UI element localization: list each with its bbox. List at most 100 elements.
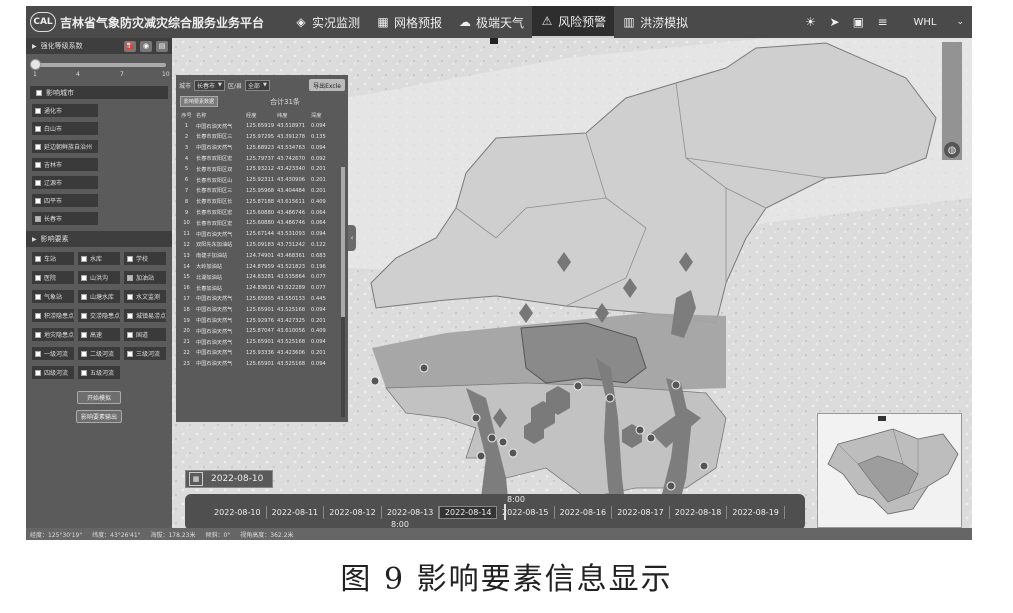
table-row[interactable]: 21 中国石油天然气 125.65901 43.525168 0.094 (178, 337, 338, 348)
column-header[interactable]: 经度 (245, 110, 276, 121)
factor-option[interactable]: 积涝隐患点 (32, 309, 74, 322)
column-header[interactable]: 纬度 (276, 110, 310, 121)
factor-option-selected[interactable]: 加油站 (124, 271, 166, 284)
export-excel-button[interactable]: 导出Excle (309, 79, 345, 91)
gas-station-icon[interactable]: ⛽ (124, 40, 136, 52)
table-scrollbar[interactable] (341, 167, 345, 417)
timeline-date[interactable]: 2022-08-11 (267, 506, 325, 519)
checkbox[interactable] (127, 293, 133, 300)
table-row[interactable]: 2 长春市双阳区三 125.97295 43.391278 0.135 (178, 132, 338, 143)
checkbox[interactable] (35, 255, 41, 262)
checkbox[interactable] (35, 369, 41, 376)
factor-option[interactable]: 水库 (78, 252, 120, 265)
timeline-date[interactable]: 2022-08-12 (324, 506, 382, 519)
table-row[interactable]: 1 中国石油天然气 125.65919 43.518971 0.094 (178, 121, 338, 132)
factor-option[interactable]: 山塘水库 (78, 290, 120, 303)
factor-option[interactable]: 五级河流 (78, 366, 120, 379)
nav-item-grid-forecast[interactable]: ▦ 网格预报 (368, 6, 450, 38)
factor-option[interactable]: 二级河流 (78, 347, 120, 360)
table-row[interactable]: 8 长春市双阳区长 125.87188 43.615611 0.409 (178, 196, 338, 207)
checkbox[interactable] (127, 255, 133, 262)
checkbox[interactable] (35, 350, 41, 357)
nav-item-risk-warning[interactable]: ⚠ 风险预警 (532, 6, 615, 38)
column-header[interactable]: 序号 (178, 110, 195, 121)
timeline-date[interactable]: 2022-08-19 (727, 506, 785, 519)
intensity-slider[interactable]: 1 4 7 10 (26, 54, 172, 82)
date-timeline[interactable]: 8:00 2022-08-10 2022-08-11 2022-08-12 2022-… (185, 494, 805, 530)
table-row[interactable]: 20 中国石油天然气 125.87047 43.610056 0.409 (178, 326, 338, 337)
city-option[interactable]: 通化市 (32, 104, 98, 117)
export-factors-button[interactable]: 影响要素输出 (76, 410, 122, 423)
table-row[interactable]: 3 中国石油天然气 125.68923 43.534763 0.094 (178, 142, 338, 153)
timeline-date-selected[interactable]: 2022-08-14 (439, 506, 497, 519)
checkbox[interactable] (35, 197, 41, 204)
checkbox[interactable] (35, 161, 41, 168)
table-row[interactable]: 5 长春市双阳区双 125.93212 43.423340 0.201 (178, 164, 338, 175)
factor-option[interactable]: 地灾隐患点 (32, 328, 74, 341)
district-select[interactable]: 全部 ▼ (244, 79, 270, 91)
checkbox[interactable] (81, 255, 87, 262)
table-row[interactable]: 12 双阳先东加油站 125.09183 43.731242 0.122 (178, 240, 338, 251)
factor-option[interactable]: 一级河流 (32, 347, 74, 360)
checkbox[interactable] (81, 274, 87, 281)
slider-track[interactable] (34, 63, 166, 67)
checkbox[interactable] (81, 331, 87, 338)
chevron-down-icon[interactable]: ⌄ (956, 17, 964, 27)
factor-data-button[interactable]: 影响要素数据 (180, 96, 219, 107)
timeline-date[interactable]: 2022-08-17 (612, 506, 670, 519)
city-option[interactable]: 延边朝鲜族自治州 (32, 140, 98, 153)
checkbox[interactable] (35, 125, 41, 132)
factor-option[interactable]: 交涝隐患点 (78, 309, 120, 322)
factor-option[interactable]: 四级河流 (32, 366, 74, 379)
timeline-cursor[interactable] (504, 504, 506, 520)
timeline-date[interactable]: 2022-08-13 (382, 506, 440, 519)
checkbox[interactable] (81, 350, 87, 357)
checkbox[interactable] (35, 293, 41, 300)
column-header[interactable]: 名称 (195, 110, 245, 121)
database-icon[interactable]: ≡ (875, 15, 889, 29)
slider-handle[interactable] (30, 59, 41, 70)
city-option-selected[interactable]: 长春市 (32, 212, 98, 225)
factor-option[interactable]: 学校 (124, 252, 166, 265)
checkbox[interactable] (81, 293, 87, 300)
table-row[interactable]: 18 中国石油天然气 125.65901 43.525168 0.094 (178, 304, 338, 315)
checkbox[interactable] (35, 143, 41, 150)
table-row[interactable]: 4 长春市双阳区宏 125.79737 43.742670 0.092 (178, 153, 338, 164)
factors-section-header[interactable]: ▶ 影响要素 (26, 231, 172, 247)
city-option[interactable]: 白山市 (32, 122, 98, 135)
factor-option[interactable]: 城镇易涝点 (124, 309, 166, 322)
computer-icon[interactable]: ▣ (851, 15, 865, 29)
briefcase-icon[interactable]: ▤ (156, 40, 168, 52)
checkbox[interactable] (35, 107, 41, 114)
checkbox[interactable] (81, 369, 87, 376)
factor-option[interactable]: 三级河流 (124, 347, 166, 360)
current-date-display[interactable]: ▦ 2022-08-10 (185, 470, 273, 488)
factor-option[interactable]: 医院 (32, 271, 74, 284)
checkbox[interactable] (127, 350, 133, 357)
sun-icon[interactable]: ☀ (803, 15, 817, 29)
checkbox[interactable] (127, 312, 133, 319)
factor-option[interactable]: 气象站 (32, 290, 74, 303)
nav-item-monitoring[interactable]: ◈ 实况监测 (286, 6, 368, 38)
checkbox-checked[interactable] (127, 274, 133, 281)
table-row[interactable]: 19 中国石油天然气 125.92976 43.427325 0.201 (178, 315, 338, 326)
checkbox[interactable] (35, 331, 41, 338)
slider-section-header[interactable]: ▶ 强化等级系数 ⛽ ◉ ▤ (26, 38, 172, 54)
table-row[interactable]: 6 长春市双阳区山 125.92311 43.430906 0.201 (178, 175, 338, 186)
checkbox[interactable] (81, 312, 87, 319)
table-row[interactable]: 16 长春加油站 124.83616 43.522289 0.077 (178, 283, 338, 294)
table-row[interactable]: 23 中国石油天然气 125.65901 43.525168 0.094 (178, 358, 338, 369)
nav-item-flood-simulation[interactable]: ▥ 洪涝模拟 (614, 6, 696, 38)
checkbox[interactable] (35, 274, 41, 281)
table-row[interactable]: 13 南建子加油站 124.74901 43.468361 0.683 (178, 250, 338, 261)
factor-option[interactable]: 车站 (32, 252, 74, 265)
table-row[interactable]: 22 中国石油天然气 125.93336 43.423606 0.201 (178, 348, 338, 359)
timeline-date[interactable]: 2022-08-10 (209, 506, 267, 519)
checkbox[interactable] (35, 312, 41, 319)
timeline-date[interactable]: 2022-08-16 (555, 506, 613, 519)
globe-icon[interactable]: ◍ (944, 142, 960, 158)
table-row[interactable]: 17 中国石油天然气 125.65955 43.550133 0.445 (178, 294, 338, 305)
cities-section-header[interactable]: 影响城市 (30, 86, 168, 99)
start-simulation-button[interactable]: 开始模拟 (77, 391, 121, 404)
table-row[interactable]: 15 北湖加油站 124.83281 43.535864 0.077 (178, 272, 338, 283)
